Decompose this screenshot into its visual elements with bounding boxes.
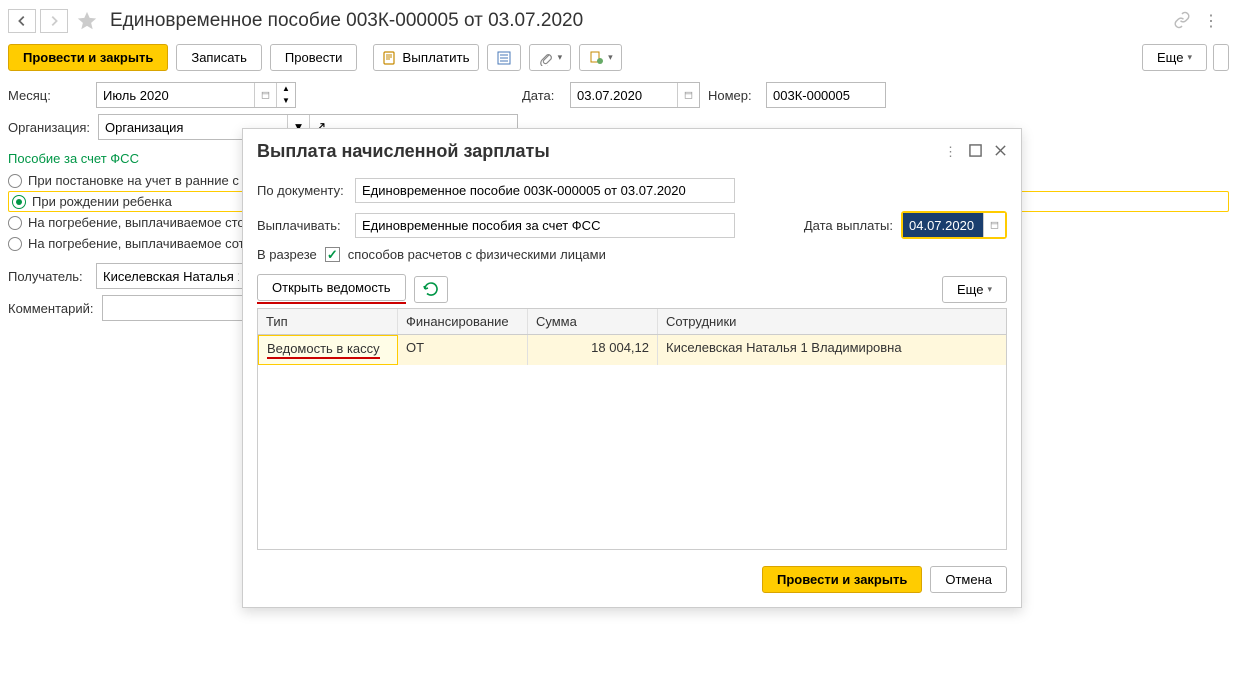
number-label: Номер: xyxy=(708,88,758,103)
month-label: Месяц: xyxy=(8,88,88,103)
refresh-button[interactable] xyxy=(414,276,448,303)
spin-down[interactable]: ▼ xyxy=(277,95,295,107)
title-bar: Единовременное пособие 003К-000005 от 03… xyxy=(0,0,1237,42)
date-input[interactable] xyxy=(570,82,700,108)
th-emp[interactable]: Сотрудники xyxy=(658,309,1006,334)
dlg-slice-label: В разрезе xyxy=(257,247,317,262)
post-button[interactable]: Провести xyxy=(270,44,358,71)
dlg-slice-text: способов расчетов с физическими лицами xyxy=(348,247,606,262)
dlg-paydate-input[interactable] xyxy=(901,211,1007,239)
save-button[interactable]: Записать xyxy=(176,44,262,71)
dlg-doc-label: По документу: xyxy=(257,183,347,198)
dialog-close-icon[interactable] xyxy=(994,144,1007,160)
dlg-cancel-button[interactable]: Отмена xyxy=(930,566,1007,593)
link-icon[interactable] xyxy=(1173,11,1191,32)
forward-button[interactable] xyxy=(40,9,68,33)
dlg-post-close-button[interactable]: Провести и закрыть xyxy=(762,566,922,593)
recipient-input[interactable] xyxy=(96,263,246,289)
table-row[interactable]: Ведомость в кассу ОТ 18 004,12 Киселевск… xyxy=(258,335,1006,365)
comment-label: Комментарий: xyxy=(8,301,94,316)
back-button[interactable] xyxy=(8,9,36,33)
dialog-maximize-icon[interactable] xyxy=(969,144,982,160)
comment-input[interactable] xyxy=(102,295,252,321)
calendar-icon[interactable] xyxy=(254,83,276,107)
th-type[interactable]: Тип xyxy=(258,309,398,334)
number-input[interactable] xyxy=(766,82,886,108)
open-sheet-button[interactable]: Открыть ведомость xyxy=(257,274,406,301)
calendar-icon[interactable] xyxy=(983,213,1005,237)
dlg-paydate-label: Дата выплаты: xyxy=(804,218,893,233)
calendar-icon[interactable] xyxy=(677,83,699,107)
kebab-icon[interactable]: ⋮ xyxy=(1203,11,1219,31)
dialog-title: Выплата начисленной зарплаты xyxy=(257,141,550,162)
main-toolbar: Провести и закрыть Записать Провести Вып… xyxy=(0,42,1237,79)
attachment-icon-button[interactable]: ▾ xyxy=(529,44,572,71)
spin-up[interactable]: ▲ xyxy=(277,83,295,95)
help-button[interactable] xyxy=(1213,44,1229,71)
post-and-close-button[interactable]: Провести и закрыть xyxy=(8,44,168,71)
payout-dialog: Выплата начисленной зарплаты ⋮ По докуме… xyxy=(242,128,1022,608)
dlg-pay-label: Выплачивать: xyxy=(257,218,347,233)
th-sum[interactable]: Сумма xyxy=(528,309,658,334)
th-fin[interactable]: Финансирование xyxy=(398,309,528,334)
recipient-label: Получатель: xyxy=(8,269,88,284)
month-input[interactable]: ▲ ▼ xyxy=(96,82,296,108)
pay-button[interactable]: Выплатить xyxy=(373,44,478,71)
page-title: Единовременное пособие 003К-000005 от 03… xyxy=(110,10,583,32)
org-label: Организация: xyxy=(8,120,90,135)
dlg-doc-input[interactable] xyxy=(355,178,735,203)
sheet-table: Тип Финансирование Сумма Сотрудники Ведо… xyxy=(257,308,1007,550)
list-icon-button[interactable] xyxy=(487,44,521,71)
date-label: Дата: xyxy=(522,88,562,103)
dialog-kebab-icon[interactable]: ⋮ xyxy=(944,144,957,160)
dlg-more-button[interactable]: Еще xyxy=(942,276,1007,303)
print-icon-button[interactable]: ▾ xyxy=(579,44,622,71)
dlg-pay-input[interactable] xyxy=(355,213,735,238)
favorite-star-icon[interactable] xyxy=(76,10,98,32)
more-button[interactable]: Еще xyxy=(1142,44,1207,71)
dlg-slice-checkbox[interactable] xyxy=(325,247,340,262)
